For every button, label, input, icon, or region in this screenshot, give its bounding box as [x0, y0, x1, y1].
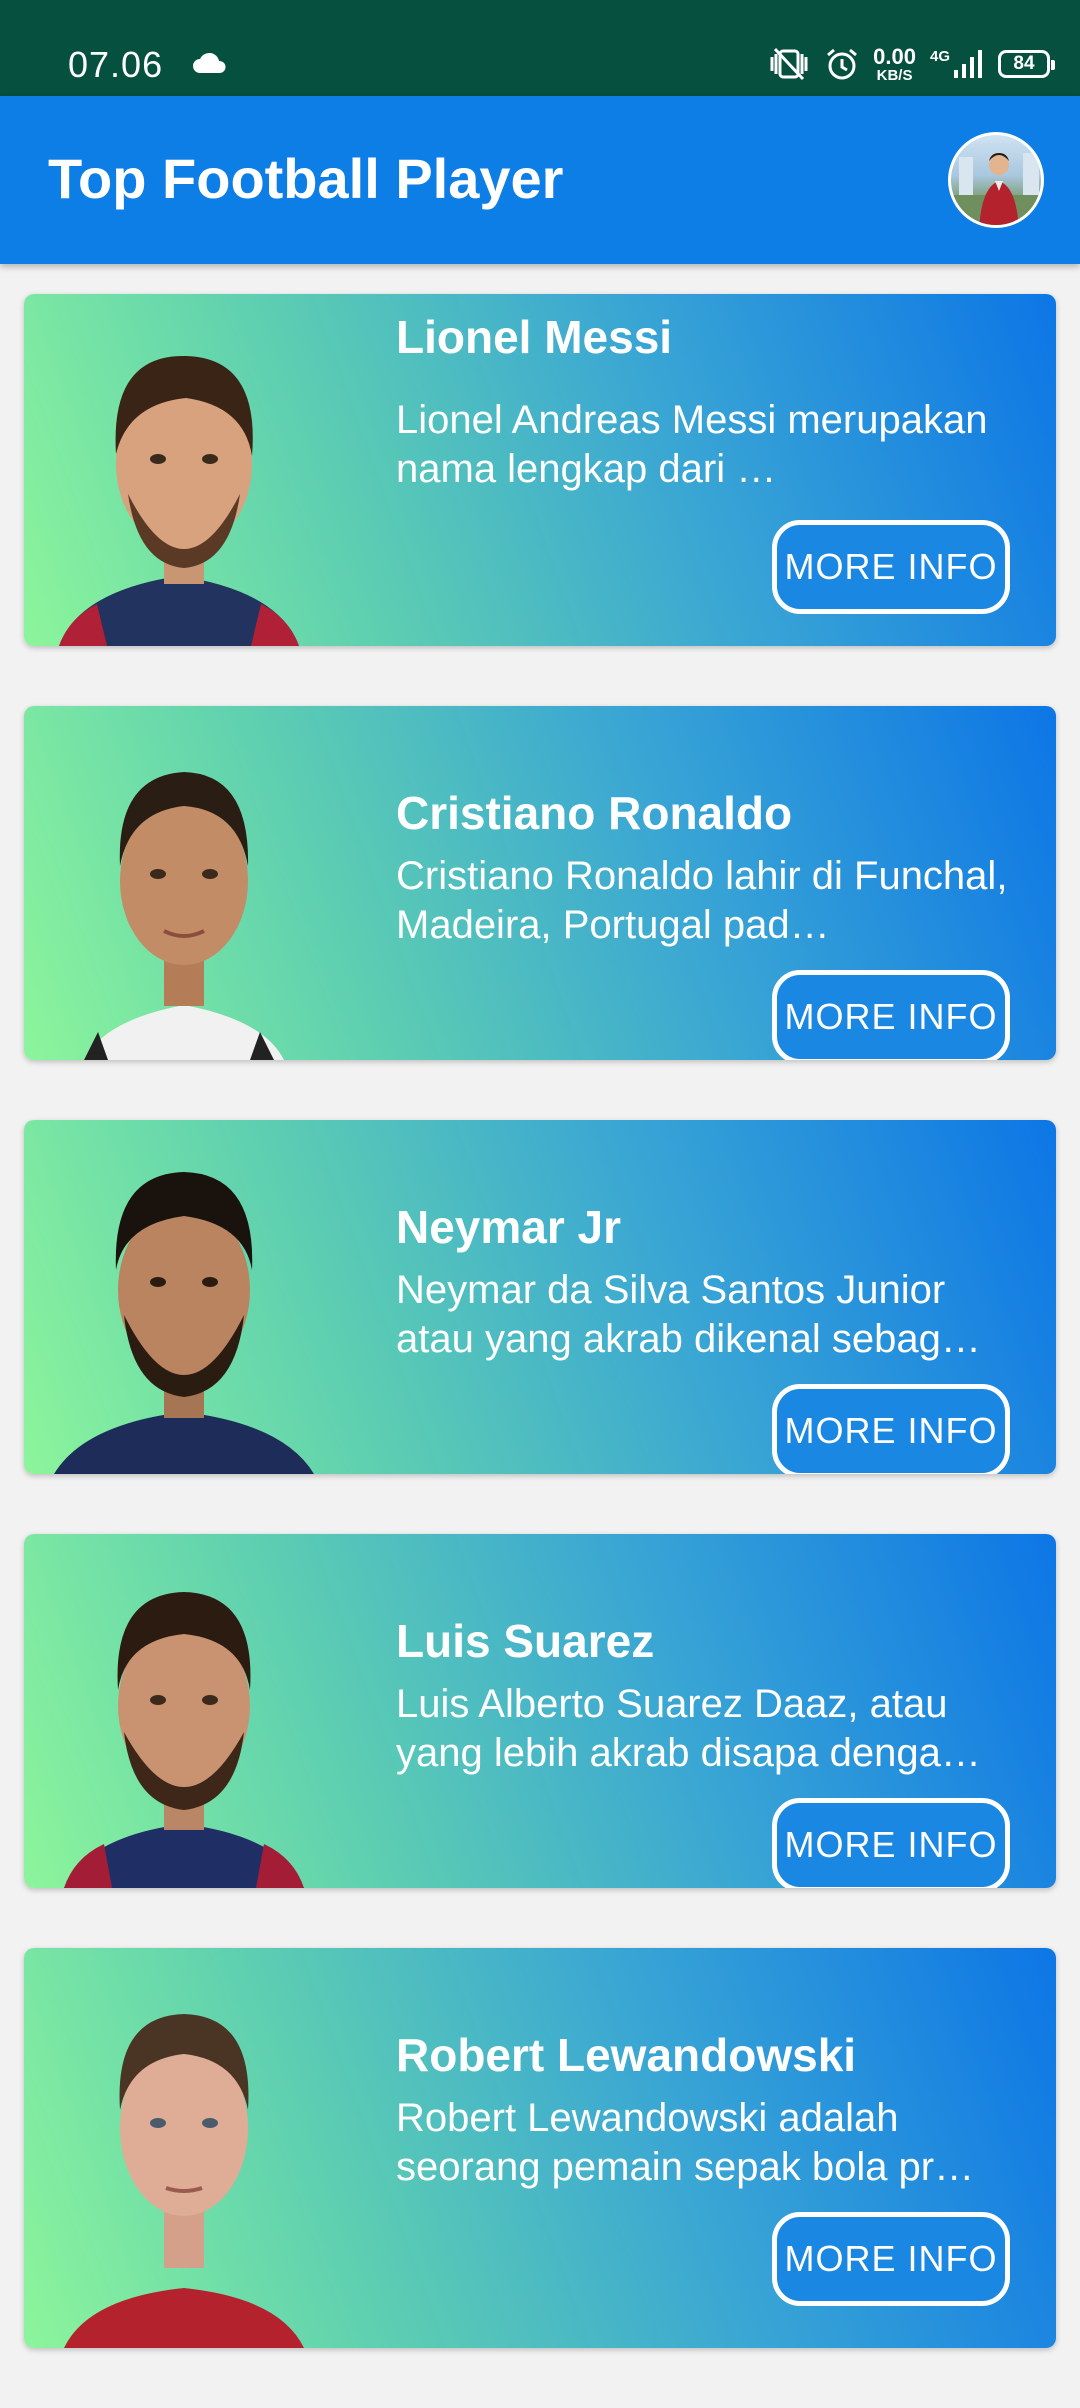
player-portrait-icon [59, 355, 299, 646]
player-list[interactable]: Lionel Messi Lionel Andreas Messi merupa… [24, 294, 1056, 2408]
player-photo [24, 706, 354, 1060]
player-description: Luis Alberto Suarez Daaz, atau yang lebi… [396, 1682, 981, 1775]
avatar-photo-icon [951, 153, 1041, 225]
player-card[interactable]: Robert Lewandowski Robert Lewandowski ad… [24, 1948, 1056, 2348]
player-photo [24, 1120, 354, 1474]
player-name: Cristiano Ronaldo [396, 787, 793, 839]
signal-icon [954, 50, 982, 78]
profile-avatar[interactable] [948, 132, 1044, 228]
more-info-button[interactable]: MORE INFO [772, 2212, 1010, 2306]
alarm-icon [827, 48, 858, 80]
player-card[interactable]: Luis Suarez Luis Alberto Suarez Daaz, at… [24, 1534, 1056, 1888]
cloud-icon [193, 52, 226, 73]
player-portrait-icon [64, 1592, 304, 1888]
player-portrait-icon [64, 2014, 304, 2348]
player-card[interactable]: Lionel Messi Lionel Andreas Messi merupa… [24, 294, 1056, 646]
speed-unit: KB/S [876, 66, 913, 84]
player-name: Neymar Jr [396, 1201, 622, 1253]
player-photo [24, 1948, 354, 2348]
player-name: Luis Suarez [396, 1615, 655, 1667]
signal-group: 4G [930, 48, 984, 80]
battery-icon: 84 [998, 50, 1055, 78]
vibrate-mute-icon [770, 47, 808, 81]
more-info-button[interactable]: MORE INFO [772, 970, 1010, 1060]
network-type: 4G [929, 48, 950, 65]
more-info-button[interactable]: MORE INFO [772, 1798, 1010, 1888]
player-photo [24, 1534, 354, 1888]
player-card[interactable]: Neymar Jr Neymar da Silva Santos Junior … [24, 1120, 1056, 1474]
player-description: Cristiano Ronaldo lahir di Funchal, Made… [396, 854, 1008, 947]
status-time: 07.06 [68, 44, 164, 85]
player-portrait-icon [54, 1172, 314, 1474]
player-name: Lionel Messi [396, 311, 673, 363]
app-title: Top Football Player [48, 147, 564, 210]
player-description: Neymar da Silva Santos Junior atau yang … [396, 1268, 981, 1361]
status-bar: 07.06 0.00 KB/S 4G 84 [0, 0, 1080, 96]
player-description: Lionel Andreas Messi merupakan nama leng… [396, 398, 988, 491]
network-speed: 0.00 KB/S [873, 43, 916, 84]
player-description: Robert Lewandowski adalah seorang pemain… [396, 2096, 975, 2189]
more-info-button[interactable]: MORE INFO [772, 520, 1010, 614]
player-card[interactable]: Cristiano Ronaldo Cristiano Ronaldo lahi… [24, 706, 1056, 1060]
status-icons: 0.00 KB/S 4G 84 [767, 42, 1055, 86]
player-portrait-icon [84, 772, 284, 1060]
speed-value: 0.00 [873, 43, 916, 69]
player-photo [24, 294, 354, 646]
player-name: Robert Lewandowski [396, 2029, 857, 2081]
more-info-button[interactable]: MORE INFO [772, 1384, 1010, 1474]
app-bar: Top Football Player [0, 96, 1080, 264]
